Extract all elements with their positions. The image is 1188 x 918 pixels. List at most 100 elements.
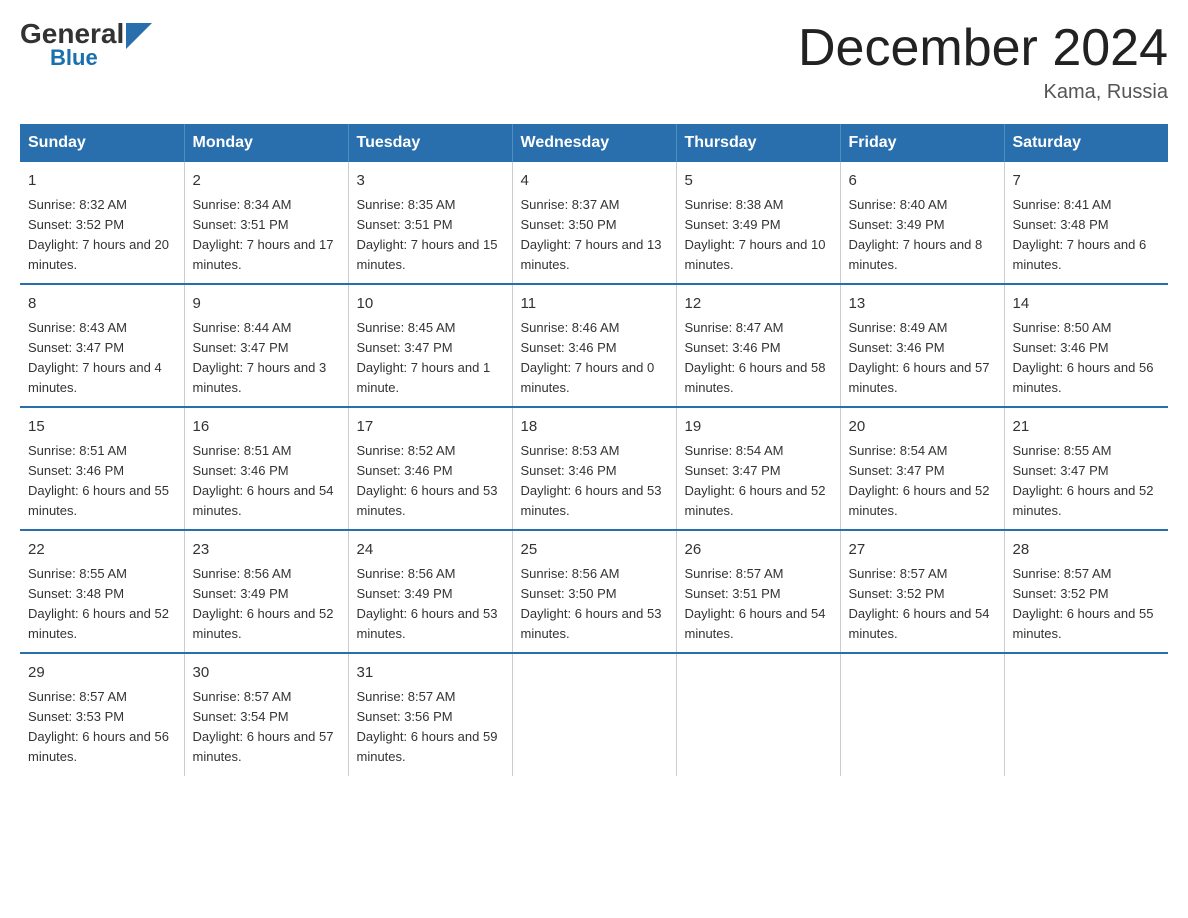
weekday-header-tuesday: Tuesday [348,124,512,162]
day-number: 27 [849,539,996,562]
day-info: Sunrise: 8:43 AMSunset: 3:47 PMDaylight:… [28,318,176,399]
day-number: 8 [28,293,176,316]
day-info: Sunrise: 8:55 AMSunset: 3:47 PMDaylight:… [1013,441,1161,522]
day-info: Sunrise: 8:37 AMSunset: 3:50 PMDaylight:… [521,195,668,276]
day-number: 11 [521,293,668,316]
day-number: 20 [849,416,996,439]
calendar-week-row: 15 Sunrise: 8:51 AMSunset: 3:46 PMDaylig… [20,407,1168,530]
calendar-title: December 2024 [798,20,1168,77]
day-number: 26 [685,539,832,562]
calendar-cell: 22 Sunrise: 8:55 AMSunset: 3:48 PMDaylig… [20,530,184,653]
weekday-header-wednesday: Wednesday [512,124,676,162]
logo-blue-text: Blue [50,45,98,71]
calendar-cell: 24 Sunrise: 8:56 AMSunset: 3:49 PMDaylig… [348,530,512,653]
calendar-cell [512,653,676,775]
calendar-cell: 25 Sunrise: 8:56 AMSunset: 3:50 PMDaylig… [512,530,676,653]
calendar-cell: 10 Sunrise: 8:45 AMSunset: 3:47 PMDaylig… [348,284,512,407]
weekday-header-friday: Friday [840,124,1004,162]
weekday-header-monday: Monday [184,124,348,162]
day-number: 28 [1013,539,1161,562]
calendar-cell: 31 Sunrise: 8:57 AMSunset: 3:56 PMDaylig… [348,653,512,775]
calendar-cell: 28 Sunrise: 8:57 AMSunset: 3:52 PMDaylig… [1004,530,1168,653]
day-info: Sunrise: 8:57 AMSunset: 3:53 PMDaylight:… [28,687,176,768]
day-info: Sunrise: 8:46 AMSunset: 3:46 PMDaylight:… [521,318,668,399]
weekday-header-thursday: Thursday [676,124,840,162]
day-number: 21 [1013,416,1161,439]
day-number: 29 [28,662,176,685]
calendar-cell: 3 Sunrise: 8:35 AMSunset: 3:51 PMDayligh… [348,162,512,284]
day-info: Sunrise: 8:57 AMSunset: 3:51 PMDaylight:… [685,564,832,645]
day-number: 1 [28,170,176,193]
day-number: 15 [28,416,176,439]
calendar-table: SundayMondayTuesdayWednesdayThursdayFrid… [20,124,1168,775]
day-info: Sunrise: 8:41 AMSunset: 3:48 PMDaylight:… [1013,195,1161,276]
day-number: 31 [357,662,504,685]
calendar-cell: 2 Sunrise: 8:34 AMSunset: 3:51 PMDayligh… [184,162,348,284]
day-info: Sunrise: 8:54 AMSunset: 3:47 PMDaylight:… [685,441,832,522]
calendar-week-row: 1 Sunrise: 8:32 AMSunset: 3:52 PMDayligh… [20,162,1168,284]
calendar-cell: 27 Sunrise: 8:57 AMSunset: 3:52 PMDaylig… [840,530,1004,653]
day-info: Sunrise: 8:56 AMSunset: 3:49 PMDaylight:… [357,564,504,645]
calendar-week-row: 8 Sunrise: 8:43 AMSunset: 3:47 PMDayligh… [20,284,1168,407]
calendar-cell: 18 Sunrise: 8:53 AMSunset: 3:46 PMDaylig… [512,407,676,530]
day-info: Sunrise: 8:56 AMSunset: 3:50 PMDaylight:… [521,564,668,645]
calendar-cell: 7 Sunrise: 8:41 AMSunset: 3:48 PMDayligh… [1004,162,1168,284]
calendar-cell: 30 Sunrise: 8:57 AMSunset: 3:54 PMDaylig… [184,653,348,775]
day-info: Sunrise: 8:44 AMSunset: 3:47 PMDaylight:… [193,318,340,399]
calendar-cell: 17 Sunrise: 8:52 AMSunset: 3:46 PMDaylig… [348,407,512,530]
calendar-cell: 13 Sunrise: 8:49 AMSunset: 3:46 PMDaylig… [840,284,1004,407]
calendar-cell: 15 Sunrise: 8:51 AMSunset: 3:46 PMDaylig… [20,407,184,530]
day-number: 25 [521,539,668,562]
day-info: Sunrise: 8:45 AMSunset: 3:47 PMDaylight:… [357,318,504,399]
calendar-week-row: 29 Sunrise: 8:57 AMSunset: 3:53 PMDaylig… [20,653,1168,775]
day-info: Sunrise: 8:38 AMSunset: 3:49 PMDaylight:… [685,195,832,276]
day-number: 23 [193,539,340,562]
logo: General▶ Blue [20,20,152,75]
day-info: Sunrise: 8:56 AMSunset: 3:49 PMDaylight:… [193,564,340,645]
calendar-cell: 9 Sunrise: 8:44 AMSunset: 3:47 PMDayligh… [184,284,348,407]
day-number: 24 [357,539,504,562]
page-header: General▶ Blue December 2024 Kama, Russia [20,20,1168,104]
calendar-cell: 26 Sunrise: 8:57 AMSunset: 3:51 PMDaylig… [676,530,840,653]
calendar-cell [676,653,840,775]
calendar-cell: 29 Sunrise: 8:57 AMSunset: 3:53 PMDaylig… [20,653,184,775]
title-block: December 2024 Kama, Russia [798,20,1168,104]
calendar-cell: 4 Sunrise: 8:37 AMSunset: 3:50 PMDayligh… [512,162,676,284]
day-number: 18 [521,416,668,439]
day-info: Sunrise: 8:57 AMSunset: 3:56 PMDaylight:… [357,687,504,768]
day-info: Sunrise: 8:55 AMSunset: 3:48 PMDaylight:… [28,564,176,645]
day-info: Sunrise: 8:49 AMSunset: 3:46 PMDaylight:… [849,318,996,399]
calendar-cell: 21 Sunrise: 8:55 AMSunset: 3:47 PMDaylig… [1004,407,1168,530]
day-number: 16 [193,416,340,439]
calendar-cell [1004,653,1168,775]
weekday-header-sunday: Sunday [20,124,184,162]
day-number: 10 [357,293,504,316]
day-number: 9 [193,293,340,316]
day-info: Sunrise: 8:53 AMSunset: 3:46 PMDaylight:… [521,441,668,522]
day-info: Sunrise: 8:50 AMSunset: 3:46 PMDaylight:… [1013,318,1161,399]
calendar-cell: 11 Sunrise: 8:46 AMSunset: 3:46 PMDaylig… [512,284,676,407]
day-info: Sunrise: 8:34 AMSunset: 3:51 PMDaylight:… [193,195,340,276]
day-info: Sunrise: 8:47 AMSunset: 3:46 PMDaylight:… [685,318,832,399]
day-number: 2 [193,170,340,193]
day-number: 14 [1013,293,1161,316]
calendar-cell: 14 Sunrise: 8:50 AMSunset: 3:46 PMDaylig… [1004,284,1168,407]
day-number: 13 [849,293,996,316]
day-info: Sunrise: 8:35 AMSunset: 3:51 PMDaylight:… [357,195,504,276]
weekday-header-saturday: Saturday [1004,124,1168,162]
day-number: 12 [685,293,832,316]
day-info: Sunrise: 8:57 AMSunset: 3:52 PMDaylight:… [1013,564,1161,645]
day-number: 22 [28,539,176,562]
calendar-location: Kama, Russia [798,81,1168,104]
day-number: 17 [357,416,504,439]
day-number: 30 [193,662,340,685]
day-number: 7 [1013,170,1161,193]
calendar-cell: 6 Sunrise: 8:40 AMSunset: 3:49 PMDayligh… [840,162,1004,284]
day-number: 3 [357,170,504,193]
calendar-cell: 23 Sunrise: 8:56 AMSunset: 3:49 PMDaylig… [184,530,348,653]
day-info: Sunrise: 8:52 AMSunset: 3:46 PMDaylight:… [357,441,504,522]
day-info: Sunrise: 8:57 AMSunset: 3:54 PMDaylight:… [193,687,340,768]
calendar-cell: 19 Sunrise: 8:54 AMSunset: 3:47 PMDaylig… [676,407,840,530]
day-info: Sunrise: 8:32 AMSunset: 3:52 PMDaylight:… [28,195,176,276]
day-info: Sunrise: 8:51 AMSunset: 3:46 PMDaylight:… [28,441,176,522]
